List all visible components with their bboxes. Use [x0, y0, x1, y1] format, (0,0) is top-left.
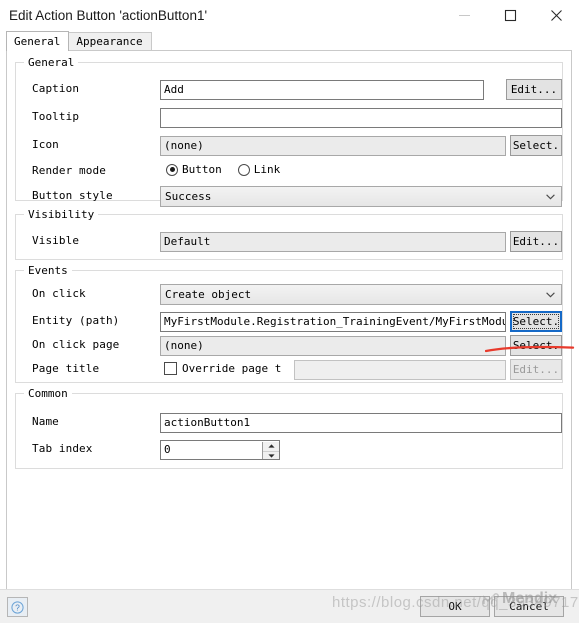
on-click-value: Create object	[165, 288, 252, 301]
spin-down-icon[interactable]	[263, 452, 279, 460]
svg-text:?: ?	[15, 602, 20, 612]
minimize-button[interactable]	[441, 0, 487, 30]
override-page-title-checkbox[interactable]: Override page t	[164, 362, 281, 375]
button-style-value: Success	[165, 190, 212, 203]
maximize-icon	[504, 9, 516, 21]
checkbox-unchecked-icon	[164, 362, 177, 375]
label-visible: Visible	[32, 234, 80, 247]
row-icon: Icon (none) Select.	[16, 135, 562, 157]
label-tooltip: Tooltip	[32, 110, 80, 123]
icon-value: (none)	[160, 136, 506, 156]
window-title: Edit Action Button 'actionButton1'	[9, 7, 208, 23]
radio-label-link: Link	[253, 163, 281, 176]
tab-general[interactable]: General	[6, 31, 70, 51]
radio-unselected-icon	[237, 163, 250, 176]
radio-render-mode-link[interactable]: Link	[237, 163, 281, 176]
radio-render-mode-button[interactable]: Button	[166, 163, 222, 176]
title-bar: Edit Action Button 'actionButton1'	[0, 0, 579, 30]
label-caption: Caption	[32, 82, 80, 95]
chevron-down-icon	[546, 285, 555, 304]
close-button[interactable]	[533, 0, 579, 30]
entity-path-select-label: Select.	[512, 315, 560, 328]
page-title-edit-button: Edit...	[510, 359, 562, 380]
caption-input[interactable]: Add	[160, 80, 484, 100]
maximize-button[interactable]	[487, 0, 533, 30]
group-general: General Caption Add Edit... Tooltip Icon…	[15, 56, 563, 207]
row-caption: Caption Add Edit...	[16, 79, 562, 101]
button-style-combo[interactable]: Success	[160, 186, 562, 207]
group-general-legend: General	[24, 56, 79, 69]
row-name: Name actionButton1	[16, 412, 562, 434]
row-tooltip: Tooltip	[16, 107, 562, 129]
label-render-mode: Render mode	[32, 164, 106, 177]
label-on-click-page: On click page	[32, 338, 120, 351]
radio-label-button: Button	[182, 163, 222, 176]
visible-edit-button[interactable]: Edit...	[510, 231, 562, 252]
row-page-title: Page title Override page t Edit...	[16, 359, 562, 381]
tab-appearance[interactable]: Appearance	[68, 32, 152, 51]
group-events: Events On click Create object Entity (pa…	[15, 264, 563, 383]
ok-button[interactable]: OK	[420, 596, 490, 617]
label-on-click: On click	[32, 287, 86, 300]
tab-index-stepper[interactable]: 0	[160, 440, 280, 460]
caption-edit-button[interactable]: Edit...	[506, 79, 562, 100]
override-page-title-label: Override page t	[182, 362, 282, 375]
label-tab-index: Tab index	[32, 442, 93, 455]
dialog-footer: ? OK Cancel	[0, 589, 579, 623]
tab-index-value: 0	[164, 443, 171, 456]
minimize-icon	[458, 14, 470, 16]
label-name: Name	[32, 415, 59, 428]
on-click-page-value: (none)	[160, 336, 506, 356]
label-button-style: Button style	[32, 189, 113, 202]
row-on-click-page: On click page (none) Select.	[16, 335, 562, 357]
tooltip-input[interactable]	[160, 108, 562, 128]
group-visibility: Visibility Visible Default Edit...	[15, 208, 563, 260]
row-render-mode: Render mode Button Link	[16, 161, 562, 183]
group-events-legend: Events	[24, 264, 72, 277]
window-controls	[441, 0, 579, 30]
row-visible: Visible Default Edit...	[16, 231, 562, 253]
tab-index-spin-buttons[interactable]	[262, 442, 279, 460]
help-icon: ?	[11, 600, 24, 614]
label-icon: Icon	[32, 138, 59, 151]
row-tab-index: Tab index 0	[16, 439, 562, 461]
render-mode-radio-group: Button Link	[166, 163, 296, 176]
chevron-down-icon	[546, 187, 555, 206]
row-button-style: Button style Success	[16, 186, 562, 208]
group-visibility-legend: Visibility	[24, 208, 99, 221]
label-entity-path: Entity (path)	[32, 314, 120, 327]
row-entity-path: Entity (path) MyFirstModule.Registration…	[16, 311, 562, 333]
group-common-legend: Common	[24, 387, 72, 400]
help-button[interactable]: ?	[7, 597, 28, 617]
entity-path-select-button[interactable]: Select.	[510, 311, 562, 332]
entity-path-value: MyFirstModule.Registration_TrainingEvent…	[160, 312, 506, 332]
row-on-click: On click Create object	[16, 284, 562, 306]
page-title-input	[294, 360, 506, 380]
spin-up-icon[interactable]	[263, 442, 279, 452]
group-common: Common Name actionButton1 Tab index 0	[15, 387, 563, 469]
name-input[interactable]: actionButton1	[160, 413, 562, 433]
on-click-page-select-button[interactable]: Select.	[510, 335, 562, 356]
tab-page-general: General Caption Add Edit... Tooltip Icon…	[6, 50, 572, 590]
icon-select-button[interactable]: Select.	[510, 135, 562, 156]
on-click-combo[interactable]: Create object	[160, 284, 562, 305]
visible-value: Default	[160, 232, 506, 252]
radio-selected-icon	[166, 163, 178, 176]
close-icon	[550, 9, 562, 21]
tab-strip: General Appearance	[6, 31, 573, 51]
cancel-button[interactable]: Cancel	[494, 596, 564, 617]
label-page-title: Page title	[32, 362, 100, 375]
